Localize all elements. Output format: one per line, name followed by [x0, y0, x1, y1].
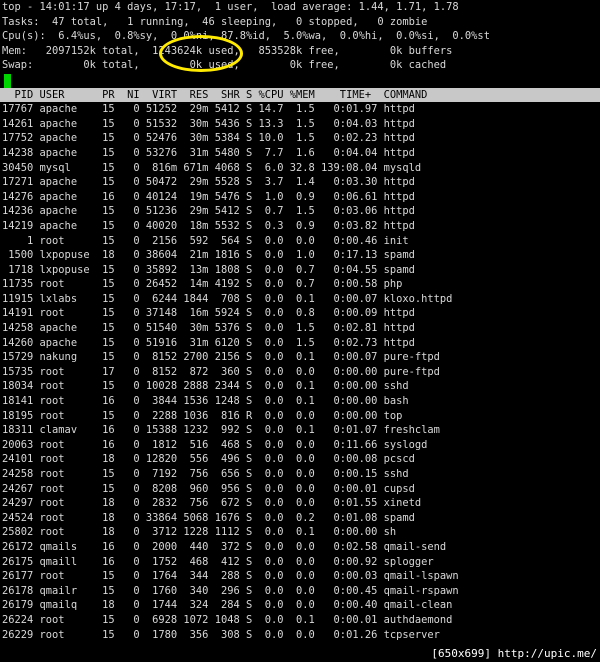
watermark-text: [650x699] http://upic.me/ [431, 647, 597, 660]
process-row: 14261 apache 15 0 51532 30m 5436 S 13.3 … [2, 117, 415, 130]
process-row: 26172 qmails 16 0 2000 440 372 S 0.0 0.0… [2, 540, 447, 553]
process-row: 14238 apache 15 0 53276 31m 5480 S 7.7 1… [2, 146, 415, 159]
process-row: 24524 root 18 0 33864 5068 1676 S 0.0 0.… [2, 511, 415, 524]
process-row: 24258 root 15 0 7192 756 656 S 0.0 0.0 0… [2, 468, 409, 480]
process-row: 14219 apache 15 0 40020 18m 5532 S 0.3 0… [2, 219, 415, 232]
process-row: 24297 root 18 0 2832 756 672 S 0.0 0.0 0… [2, 497, 422, 510]
swap-line: Swap: 0k total, 0k used, 0k free, 0k cac… [2, 59, 447, 72]
uptime-line: top - 14:01:17 up 4 days, 17:17, 1 user,… [2, 1, 459, 13]
process-row: 25802 root 18 0 3712 1228 1112 S 0.0 0.1… [2, 526, 397, 539]
process-row: 24267 root 15 0 8208 960 956 S 0.0 0.0 0… [2, 482, 415, 495]
process-row: 14236 apache 15 0 51236 29m 5412 S 0.7 1… [2, 205, 415, 218]
process-row: 15729 nakung 15 0 8152 2700 2156 S 0.0 0… [2, 351, 440, 364]
process-row: 14260 apache 15 0 51916 31m 6120 S 0.0 1… [2, 336, 415, 349]
process-row: 18195 root 15 0 2288 1036 816 R 0.0 0.0 … [2, 409, 403, 422]
process-row: 18311 clamav 16 0 15388 1232 992 S 0.0 0… [2, 424, 440, 437]
process-list: 17767 apache 15 0 51252 29m 5412 S 14.7 … [0, 102, 600, 642]
process-row: 14258 apache 15 0 51540 30m 5376 S 0.0 1… [2, 322, 415, 335]
process-table-header: PID USER PR NI VIRT RES SHR S %CPU %MEM … [0, 87, 600, 103]
process-row: 1718 lxpopuse 15 0 35892 13m 1808 S 0.0 … [2, 263, 415, 276]
cpu-line: Cpu(s): 6.4%us, 0.8%sy, 0.0%ni, 87.8%id,… [2, 30, 490, 43]
terminal-window[interactable]: top - 14:01:17 up 4 days, 17:17, 1 user,… [0, 0, 600, 662]
process-row: 20063 root 16 0 1812 516 468 S 0.0 0.0 0… [2, 438, 428, 451]
process-row: 26224 root 15 0 6928 1072 1048 S 0.0 0.1… [2, 613, 453, 626]
process-row: 18034 root 15 0 10028 2888 2344 S 0.0 0.… [2, 380, 409, 393]
process-row: 26175 qmaill 16 0 1752 468 412 S 0.0 0.0… [2, 555, 434, 568]
process-row: 24101 root 18 0 12820 556 496 S 0.0 0.0 … [2, 453, 415, 466]
process-row: 14191 root 15 0 37148 16m 5924 S 0.0 0.8… [2, 307, 415, 320]
process-row: 26179 qmailq 18 0 1744 324 284 S 0.0 0.0… [2, 599, 453, 612]
process-row: 11735 root 15 0 26452 14m 4192 S 0.0 0.7… [2, 278, 403, 291]
process-row: 17767 apache 15 0 51252 29m 5412 S 14.7 … [2, 103, 415, 116]
process-row: 17752 apache 15 0 52476 30m 5384 S 10.0 … [2, 132, 415, 145]
mem-line: Mem: 2097152k total, 1243624k used, 8535… [2, 44, 453, 57]
process-row: 18141 root 16 0 3844 1536 1248 S 0.0 0.1… [2, 395, 409, 408]
process-row: 26178 qmailr 15 0 1760 340 296 S 0.0 0.0… [2, 584, 459, 597]
process-row: 17271 apache 15 0 50472 29m 5528 S 3.7 1… [2, 176, 415, 189]
process-row: 26229 root 15 0 1780 356 308 S 0.0 0.0 0… [2, 628, 440, 641]
cursor-block [4, 73, 11, 88]
process-row: 15735 root 17 0 8152 872 360 S 0.0 0.0 0… [2, 365, 440, 378]
process-row: 1500 lxpopuse 18 0 38604 21m 1816 S 0.0 … [2, 249, 415, 262]
command-prompt-line[interactable] [2, 73, 600, 88]
process-row: 14276 apache 16 0 40124 19m 5476 S 1.0 0… [2, 190, 415, 203]
top-summary: top - 14:01:17 up 4 days, 17:17, 1 user,… [0, 0, 600, 88]
process-row: 30450 mysql 15 0 816m 671m 4068 S 6.0 32… [2, 161, 422, 174]
tasks-line: Tasks: 47 total, 1 running, 46 sleeping,… [2, 15, 428, 28]
process-row: 1 root 15 0 2156 592 564 S 0.0 0.0 0:00.… [2, 234, 409, 247]
process-row: 26177 root 15 0 1764 344 288 S 0.0 0.0 0… [2, 570, 459, 583]
process-row: 11915 lxlabs 15 0 6244 1844 708 S 0.0 0.… [2, 292, 453, 305]
